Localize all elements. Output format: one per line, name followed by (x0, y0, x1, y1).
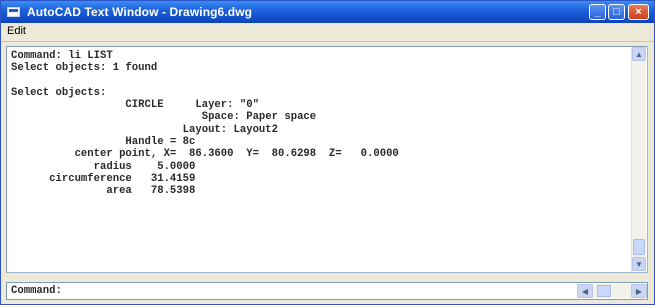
history-line: Select objects: 1 found (11, 62, 158, 75)
history-line: radius 5.0000 (11, 160, 196, 173)
history-line: Select objects: (11, 86, 107, 99)
vertical-scrollbar[interactable]: ▲ ▼ (631, 47, 646, 271)
scroll-left-button[interactable]: ◀ (577, 284, 593, 298)
history-line: Space: Paper space (11, 111, 317, 124)
command-line[interactable]: Command: ◀ ▶ (6, 282, 648, 300)
history-line: Layout: Layout2 (11, 123, 279, 136)
history-line: area 78.5398 (11, 185, 196, 198)
chevron-up-icon: ▲ (635, 49, 643, 59)
scroll-up-button[interactable]: ▲ (632, 47, 646, 61)
chevron-left-icon: ◀ (581, 286, 589, 296)
minimize-button[interactable]: _ (589, 4, 606, 20)
maximize-button[interactable]: □ (608, 4, 625, 20)
history-line: CIRCLE Layer: "0" (11, 99, 259, 112)
scroll-thumb[interactable] (633, 239, 645, 255)
title-bar[interactable]: AutoCAD Text Window - Drawing6.dwg _ □ × (1, 1, 654, 23)
minimize-icon: _ (594, 6, 601, 18)
menu-edit[interactable]: Edit (7, 25, 26, 37)
history-line: Handle = 8c (11, 136, 196, 149)
scroll-right-button[interactable]: ▶ (631, 284, 647, 298)
chevron-right-icon: ▶ (635, 286, 643, 296)
window-title: AutoCAD Text Window - Drawing6.dwg (27, 5, 253, 19)
chevron-down-icon: ▼ (635, 259, 643, 269)
history-line: center point, X= 86.3600 Y= 80.6298 Z= 0… (11, 148, 399, 161)
menu-bar: Edit (1, 23, 654, 42)
horizontal-scrollbar[interactable]: ◀ ▶ (577, 284, 647, 298)
text-history-lines: Command: li LIST Select objects: 1 found… (11, 50, 621, 198)
scroll-down-button[interactable]: ▼ (632, 257, 646, 271)
close-icon: × (635, 6, 642, 18)
maximize-icon: □ (613, 6, 620, 18)
command-prompt: Command: (11, 285, 62, 297)
autocad-text-window: AutoCAD Text Window - Drawing6.dwg _ □ ×… (0, 0, 655, 305)
history-line: Command: li LIST (11, 50, 113, 62)
history-line: circumference 31.4159 (11, 172, 196, 185)
close-button[interactable]: × (628, 4, 649, 20)
horizontal-scroll-thumb[interactable] (597, 285, 611, 297)
text-history-area[interactable]: Command: li LIST Select objects: 1 found… (6, 46, 648, 273)
app-icon (7, 7, 20, 17)
